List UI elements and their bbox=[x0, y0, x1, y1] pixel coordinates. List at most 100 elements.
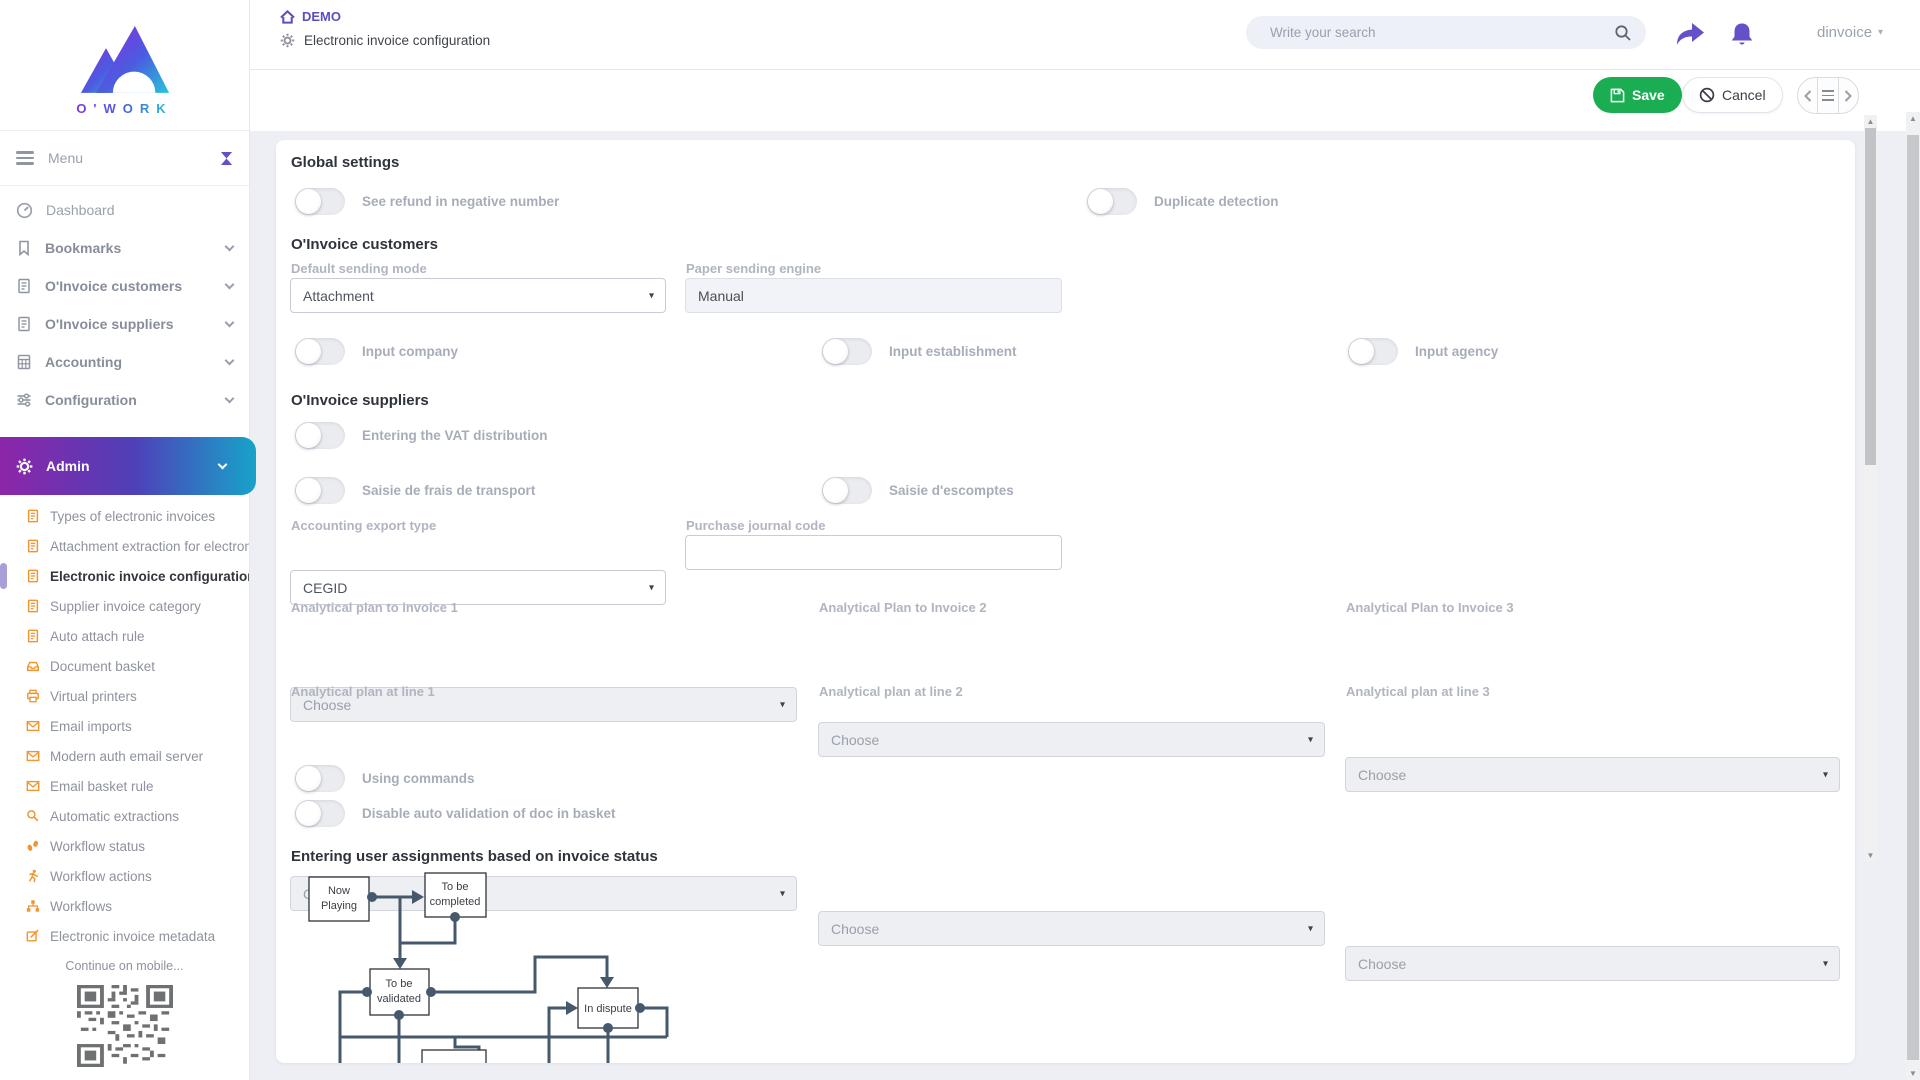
pager-next-button[interactable] bbox=[1839, 78, 1858, 113]
pager-previous-button[interactable] bbox=[1798, 78, 1817, 113]
runner-icon bbox=[26, 869, 40, 883]
submenu-email-imports[interactable]: Email imports bbox=[0, 711, 249, 741]
submenu-electronic-invoice-metadata[interactable]: Electronic invoice metadata bbox=[0, 921, 249, 951]
paper-sending-engine-input[interactable] bbox=[685, 278, 1062, 313]
submenu-email-basket-rule[interactable]: Email basket rule bbox=[0, 771, 249, 801]
sidebar-item-accounting[interactable]: Accounting bbox=[0, 343, 249, 381]
svg-text:Playing: Playing bbox=[321, 900, 357, 912]
caret-down-icon: ▾ bbox=[1308, 923, 1313, 934]
submenu-label: Types of electronic invoices bbox=[50, 509, 215, 524]
search-bar[interactable] bbox=[1246, 16, 1646, 49]
submenu-workflow-status[interactable]: Workflow status bbox=[0, 831, 249, 861]
submenu-document-basket[interactable]: Document basket bbox=[0, 651, 249, 681]
submenu-electronic-invoice-configuration[interactable]: Electronic invoice configuration bbox=[0, 561, 249, 591]
using-commands-toggle[interactable] bbox=[295, 765, 345, 792]
scroll-up-icon[interactable]: ▲ bbox=[1864, 115, 1877, 128]
see-refund-toggle-row: See refund in negative number bbox=[295, 188, 559, 215]
node-now-playing bbox=[309, 877, 369, 921]
input-establishment-toggle[interactable] bbox=[822, 338, 872, 365]
sidebar-item-admin[interactable]: Admin bbox=[0, 437, 256, 495]
toggle-label: Duplicate detection bbox=[1154, 194, 1279, 209]
caret-down-icon: ▾ bbox=[1823, 958, 1828, 969]
content-scrollbar-thumb[interactable] bbox=[1865, 128, 1876, 465]
plan-line-3-select[interactable]: Choose ▾ bbox=[1345, 946, 1840, 981]
input-agency-toggle[interactable] bbox=[1348, 338, 1398, 365]
bookmark-icon bbox=[16, 240, 32, 256]
submenu-virtual-printers[interactable]: Virtual printers bbox=[0, 681, 249, 711]
settings-card: Global settings See refund in negative n… bbox=[276, 140, 1855, 1063]
input-company-toggle-row: Input company bbox=[295, 338, 458, 365]
submenu-modern-auth-email-server[interactable]: Modern auth email server bbox=[0, 741, 249, 771]
purchase-journal-code-input[interactable] bbox=[685, 535, 1062, 570]
sidebar-item-oinvoice-suppliers[interactable]: O'Invoice suppliers bbox=[0, 305, 249, 343]
hamburger-icon[interactable] bbox=[16, 151, 34, 165]
suppliers-heading: O'Invoice suppliers bbox=[291, 392, 429, 409]
submenu-supplier-invoice-category[interactable]: Supplier invoice category bbox=[0, 591, 249, 621]
window-scrollbar-thumb[interactable] bbox=[1907, 135, 1919, 1060]
paper-sending-engine-label: Paper sending engine bbox=[686, 261, 821, 276]
disable-auto-validation-toggle[interactable] bbox=[295, 800, 345, 827]
search-icon[interactable] bbox=[1614, 24, 1632, 42]
breadcrumb-home[interactable]: DEMO bbox=[280, 9, 490, 24]
plan-line-3-label: Analytical plan at line 3 bbox=[1346, 684, 1490, 699]
svg-text:In dispute: In dispute bbox=[584, 1003, 632, 1015]
sidebar-item-bookmarks[interactable]: Bookmarks bbox=[0, 229, 249, 267]
duplicate-detection-toggle[interactable] bbox=[1087, 188, 1137, 215]
submenu-workflows[interactable]: Workflows bbox=[0, 891, 249, 921]
user-menu[interactable]: dinvoice ▾ bbox=[1817, 24, 1883, 41]
menu-toggle-row[interactable]: Menu bbox=[0, 130, 249, 186]
submenu-auto-attach-rule[interactable]: Auto attach rule bbox=[0, 621, 249, 651]
home-icon bbox=[280, 10, 295, 24]
input-agency-toggle-row: Input agency bbox=[1348, 338, 1498, 365]
sidebar-item-oinvoice-customers[interactable]: O'Invoice customers bbox=[0, 267, 249, 305]
using-commands-toggle-row: Using commands bbox=[295, 765, 475, 792]
scroll-down-icon[interactable]: ▼ bbox=[1864, 849, 1877, 862]
share-icon[interactable] bbox=[1675, 22, 1705, 48]
breadcrumb: DEMO Electronic invoice configuration bbox=[280, 9, 490, 48]
submenu-automatic-extractions[interactable]: Automatic extractions bbox=[0, 801, 249, 831]
input-company-toggle[interactable] bbox=[295, 338, 345, 365]
escomptes-toggle[interactable] bbox=[822, 477, 872, 504]
gauge-icon bbox=[16, 202, 33, 219]
submenu-attachment-extraction[interactable]: Attachment extraction for electronic inv… bbox=[0, 531, 249, 561]
plan-invoice-3-select[interactable]: Choose ▾ bbox=[1345, 757, 1840, 792]
qr-code bbox=[77, 985, 173, 1067]
frais-transport-toggle[interactable] bbox=[295, 477, 345, 504]
sidebar-item-configuration[interactable]: Configuration bbox=[0, 381, 249, 419]
username: dinvoice bbox=[1817, 24, 1872, 41]
cancel-icon bbox=[1699, 87, 1715, 103]
hourglass-icon[interactable] bbox=[220, 151, 233, 166]
vat-distribution-toggle[interactable] bbox=[295, 422, 345, 449]
list-icon bbox=[1822, 90, 1834, 100]
breadcrumb-page: Electronic invoice configuration bbox=[280, 33, 490, 48]
edit-icon bbox=[26, 929, 40, 943]
default-sending-mode-select[interactable]: Attachment ▾ bbox=[290, 278, 666, 313]
submenu-label: Virtual printers bbox=[50, 689, 137, 704]
bell-icon[interactable] bbox=[1730, 22, 1754, 49]
search-input[interactable] bbox=[1270, 25, 1614, 40]
select-value: Choose bbox=[831, 732, 879, 748]
submenu-label: Automatic extractions bbox=[50, 809, 179, 824]
see-refund-toggle[interactable] bbox=[295, 188, 345, 215]
submenu-types-of-electronic-invoices[interactable]: Types of electronic invoices bbox=[0, 501, 249, 531]
cancel-button[interactable]: Cancel bbox=[1682, 77, 1783, 113]
sidebar-item-dashboard[interactable]: Dashboard bbox=[0, 191, 249, 229]
submenu-label: Auto attach rule bbox=[50, 629, 145, 644]
node-partial bbox=[422, 1050, 486, 1063]
toggle-label: Saisie de frais de transport bbox=[362, 483, 535, 498]
customers-heading: O'Invoice customers bbox=[291, 236, 438, 253]
scroll-up-icon[interactable]: ▲ bbox=[1906, 112, 1920, 125]
submenu-workflow-actions[interactable]: Workflow actions bbox=[0, 861, 249, 891]
scroll-down-icon[interactable]: ▼ bbox=[1906, 1067, 1920, 1080]
svg-text:completed: completed bbox=[430, 896, 481, 908]
chevron-down-icon bbox=[225, 279, 235, 289]
sidebar-item-label: O'Invoice customers bbox=[45, 278, 182, 294]
plan-invoice-2-select[interactable]: Choose ▾ bbox=[818, 722, 1325, 757]
content-scrollbar[interactable]: ▲ ▼ bbox=[1864, 115, 1877, 862]
window-scrollbar[interactable]: ▲ ▼ bbox=[1906, 112, 1920, 1080]
chevron-down-icon bbox=[225, 355, 235, 365]
save-button[interactable]: Save bbox=[1593, 77, 1682, 113]
pager-list-button[interactable] bbox=[1817, 78, 1838, 113]
svg-text:To be: To be bbox=[442, 881, 469, 893]
brand-name: O'WORK bbox=[76, 101, 172, 116]
